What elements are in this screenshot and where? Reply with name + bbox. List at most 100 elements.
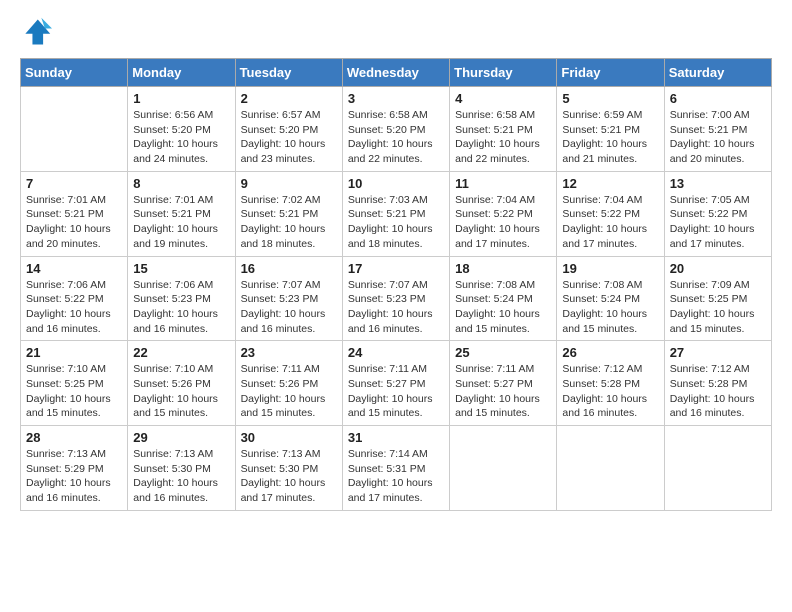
day-info: Sunrise: 7:14 AM Sunset: 5:31 PM Dayligh… (348, 447, 444, 506)
calendar-body: 1 Sunrise: 6:56 AM Sunset: 5:20 PM Daylig… (21, 87, 772, 511)
calendar-cell: 16 Sunrise: 7:07 AM Sunset: 5:23 PM Dayli… (235, 256, 342, 341)
calendar-cell: 22 Sunrise: 7:10 AM Sunset: 5:26 PM Dayli… (128, 341, 235, 426)
day-number: 23 (241, 345, 337, 360)
day-number: 11 (455, 176, 551, 191)
day-info: Sunrise: 7:07 AM Sunset: 5:23 PM Dayligh… (241, 278, 337, 337)
day-info: Sunrise: 7:13 AM Sunset: 5:29 PM Dayligh… (26, 447, 122, 506)
calendar-cell: 19 Sunrise: 7:08 AM Sunset: 5:24 PM Dayli… (557, 256, 664, 341)
day-info: Sunrise: 7:04 AM Sunset: 5:22 PM Dayligh… (455, 193, 551, 252)
day-number: 27 (670, 345, 766, 360)
week-row-5: 28 Sunrise: 7:13 AM Sunset: 5:29 PM Dayli… (21, 426, 772, 511)
calendar-cell: 10 Sunrise: 7:03 AM Sunset: 5:21 PM Dayli… (342, 171, 449, 256)
day-info: Sunrise: 7:01 AM Sunset: 5:21 PM Dayligh… (133, 193, 229, 252)
calendar-cell: 29 Sunrise: 7:13 AM Sunset: 5:30 PM Dayli… (128, 426, 235, 511)
calendar-cell: 14 Sunrise: 7:06 AM Sunset: 5:22 PM Dayli… (21, 256, 128, 341)
day-number: 26 (562, 345, 658, 360)
calendar-cell: 20 Sunrise: 7:09 AM Sunset: 5:25 PM Dayli… (664, 256, 771, 341)
week-row-1: 1 Sunrise: 6:56 AM Sunset: 5:20 PM Daylig… (21, 87, 772, 172)
day-number: 14 (26, 261, 122, 276)
day-number: 10 (348, 176, 444, 191)
calendar-cell: 15 Sunrise: 7:06 AM Sunset: 5:23 PM Dayli… (128, 256, 235, 341)
day-info: Sunrise: 7:13 AM Sunset: 5:30 PM Dayligh… (241, 447, 337, 506)
header-day-thursday: Thursday (450, 59, 557, 87)
calendar-cell: 21 Sunrise: 7:10 AM Sunset: 5:25 PM Dayli… (21, 341, 128, 426)
day-info: Sunrise: 6:56 AM Sunset: 5:20 PM Dayligh… (133, 108, 229, 167)
day-number: 25 (455, 345, 551, 360)
day-info: Sunrise: 6:59 AM Sunset: 5:21 PM Dayligh… (562, 108, 658, 167)
week-row-4: 21 Sunrise: 7:10 AM Sunset: 5:25 PM Dayli… (21, 341, 772, 426)
logo (20, 16, 56, 48)
day-number: 17 (348, 261, 444, 276)
header-day-sunday: Sunday (21, 59, 128, 87)
calendar-cell: 25 Sunrise: 7:11 AM Sunset: 5:27 PM Dayli… (450, 341, 557, 426)
day-number: 18 (455, 261, 551, 276)
day-info: Sunrise: 7:05 AM Sunset: 5:22 PM Dayligh… (670, 193, 766, 252)
header-day-wednesday: Wednesday (342, 59, 449, 87)
day-number: 13 (670, 176, 766, 191)
day-info: Sunrise: 6:57 AM Sunset: 5:20 PM Dayligh… (241, 108, 337, 167)
calendar-cell (450, 426, 557, 511)
day-number: 1 (133, 91, 229, 106)
day-info: Sunrise: 7:04 AM Sunset: 5:22 PM Dayligh… (562, 193, 658, 252)
day-number: 12 (562, 176, 658, 191)
day-info: Sunrise: 7:00 AM Sunset: 5:21 PM Dayligh… (670, 108, 766, 167)
day-number: 21 (26, 345, 122, 360)
day-number: 29 (133, 430, 229, 445)
calendar-cell (557, 426, 664, 511)
week-row-3: 14 Sunrise: 7:06 AM Sunset: 5:22 PM Dayli… (21, 256, 772, 341)
header-row: SundayMondayTuesdayWednesdayThursdayFrid… (21, 59, 772, 87)
day-number: 28 (26, 430, 122, 445)
day-info: Sunrise: 7:12 AM Sunset: 5:28 PM Dayligh… (670, 362, 766, 421)
logo-icon (20, 16, 52, 48)
calendar-cell: 26 Sunrise: 7:12 AM Sunset: 5:28 PM Dayli… (557, 341, 664, 426)
calendar-cell: 9 Sunrise: 7:02 AM Sunset: 5:21 PM Daylig… (235, 171, 342, 256)
calendar-cell: 4 Sunrise: 6:58 AM Sunset: 5:21 PM Daylig… (450, 87, 557, 172)
page: SundayMondayTuesdayWednesdayThursdayFrid… (0, 0, 792, 521)
calendar-cell: 5 Sunrise: 6:59 AM Sunset: 5:21 PM Daylig… (557, 87, 664, 172)
day-number: 30 (241, 430, 337, 445)
day-number: 4 (455, 91, 551, 106)
day-number: 22 (133, 345, 229, 360)
calendar-cell: 7Sunrise: 7:01 AM Sunset: 5:21 PM Daylig… (21, 171, 128, 256)
day-number: 16 (241, 261, 337, 276)
day-info: Sunrise: 7:12 AM Sunset: 5:28 PM Dayligh… (562, 362, 658, 421)
day-info: Sunrise: 7:10 AM Sunset: 5:25 PM Dayligh… (26, 362, 122, 421)
calendar-cell: 23Sunrise: 7:11 AM Sunset: 5:26 PM Dayli… (235, 341, 342, 426)
day-info: Sunrise: 7:11 AM Sunset: 5:27 PM Dayligh… (455, 362, 551, 421)
calendar-cell: 18 Sunrise: 7:08 AM Sunset: 5:24 PM Dayli… (450, 256, 557, 341)
day-info: Sunrise: 7:08 AM Sunset: 5:24 PM Dayligh… (562, 278, 658, 337)
header-day-monday: Monday (128, 59, 235, 87)
calendar-cell: 31Sunrise: 7:14 AM Sunset: 5:31 PM Dayli… (342, 426, 449, 511)
day-info: Sunrise: 7:06 AM Sunset: 5:22 PM Dayligh… (26, 278, 122, 337)
calendar-cell (664, 426, 771, 511)
day-info: Sunrise: 7:08 AM Sunset: 5:24 PM Dayligh… (455, 278, 551, 337)
calendar-cell: 2Sunrise: 6:57 AM Sunset: 5:20 PM Daylig… (235, 87, 342, 172)
day-number: 15 (133, 261, 229, 276)
calendar-cell: 6 Sunrise: 7:00 AM Sunset: 5:21 PM Daylig… (664, 87, 771, 172)
calendar-cell: 11 Sunrise: 7:04 AM Sunset: 5:22 PM Dayli… (450, 171, 557, 256)
day-info: Sunrise: 7:02 AM Sunset: 5:21 PM Dayligh… (241, 193, 337, 252)
day-info: Sunrise: 7:06 AM Sunset: 5:23 PM Dayligh… (133, 278, 229, 337)
day-info: Sunrise: 6:58 AM Sunset: 5:20 PM Dayligh… (348, 108, 444, 167)
header (20, 16, 772, 48)
calendar-header: SundayMondayTuesdayWednesdayThursdayFrid… (21, 59, 772, 87)
day-number: 9 (241, 176, 337, 191)
calendar-cell: 28 Sunrise: 7:13 AM Sunset: 5:29 PM Dayli… (21, 426, 128, 511)
header-day-friday: Friday (557, 59, 664, 87)
calendar-cell: 3 Sunrise: 6:58 AM Sunset: 5:20 PM Daylig… (342, 87, 449, 172)
calendar-cell: 12 Sunrise: 7:04 AM Sunset: 5:22 PM Dayli… (557, 171, 664, 256)
calendar-cell (21, 87, 128, 172)
day-number: 5 (562, 91, 658, 106)
day-info: Sunrise: 7:09 AM Sunset: 5:25 PM Dayligh… (670, 278, 766, 337)
day-info: Sunrise: 7:07 AM Sunset: 5:23 PM Dayligh… (348, 278, 444, 337)
header-day-tuesday: Tuesday (235, 59, 342, 87)
day-info: Sunrise: 7:03 AM Sunset: 5:21 PM Dayligh… (348, 193, 444, 252)
day-info: Sunrise: 7:13 AM Sunset: 5:30 PM Dayligh… (133, 447, 229, 506)
day-number: 20 (670, 261, 766, 276)
day-number: 3 (348, 91, 444, 106)
day-number: 19 (562, 261, 658, 276)
day-info: Sunrise: 6:58 AM Sunset: 5:21 PM Dayligh… (455, 108, 551, 167)
day-number: 7 (26, 176, 122, 191)
day-number: 6 (670, 91, 766, 106)
day-info: Sunrise: 7:10 AM Sunset: 5:26 PM Dayligh… (133, 362, 229, 421)
